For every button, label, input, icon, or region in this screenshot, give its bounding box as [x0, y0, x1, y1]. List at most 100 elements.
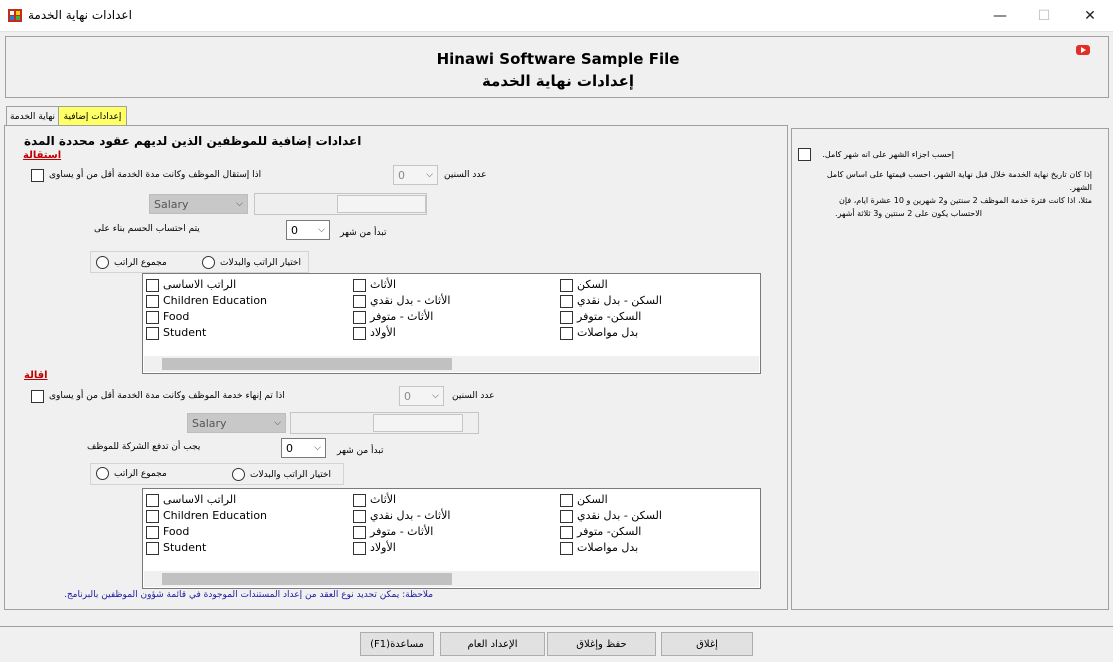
minimize-button[interactable]: —	[977, 0, 1023, 31]
chevron-down-icon: ⌵	[318, 225, 325, 235]
item-label: الراتب الاساسى	[163, 278, 237, 291]
resignation-calc-label: يتم احتساب الحسم بناء على	[94, 224, 200, 234]
resignation-radio-total-salary[interactable]	[96, 256, 109, 269]
save-close-button[interactable]: حفظ وإغلاق	[547, 632, 656, 656]
item-label: السكن - بدل نقدي	[577, 509, 662, 522]
tab-additional-settings[interactable]: إعدادات إضافية	[58, 106, 127, 126]
dismissal-from-month-select[interactable]: 0 ⌵	[281, 438, 326, 458]
dismissal-years-label: عدد السنين	[452, 391, 495, 401]
item-checkbox[interactable]	[353, 327, 366, 340]
scrollbar-thumb[interactable]	[162, 573, 452, 585]
tab-end-of-service[interactable]: نهاية الخدمة	[6, 106, 59, 126]
item-checkbox[interactable]	[146, 311, 159, 324]
item-label: الأثاث	[370, 493, 397, 506]
dismissal-checkbox[interactable]	[31, 390, 44, 403]
close-window-button[interactable]: ✕	[1067, 0, 1113, 31]
resignation-salary-value: Salary	[154, 197, 189, 211]
dismissal-salary-value: Salary	[192, 416, 227, 430]
item-label: بدل مواصلات	[577, 326, 639, 339]
resignation-from-month-value: 0	[291, 223, 298, 237]
item-label: الأثاث	[370, 278, 397, 291]
dismissal-items-list[interactable]: الراتب الاساسى Children Education Food S…	[142, 488, 761, 589]
item-label: الأثاث - بدل نقدي	[370, 509, 451, 522]
item-checkbox[interactable]	[146, 295, 159, 308]
item-label: Student	[163, 541, 207, 554]
item-checkbox[interactable]	[146, 542, 159, 555]
item-checkbox[interactable]	[560, 327, 573, 340]
full-month-checkbox[interactable]	[798, 148, 811, 161]
full-month-label: إحسب اجزاء الشهر على انه شهر كامل.	[822, 150, 954, 159]
dismissal-calc-label: يجب أن تدفع الشركة للموظف	[87, 442, 201, 452]
chevron-down-icon: ⌵	[432, 391, 439, 401]
item-checkbox[interactable]	[353, 526, 366, 539]
general-setup-button[interactable]: الإعداد العام	[440, 632, 545, 656]
dismissal-years-select[interactable]: 0 ⌵	[399, 386, 444, 406]
item-label: الأثاث - متوفر	[370, 310, 434, 323]
dismissal-from-month-label: تبدأ من شهر	[337, 446, 384, 456]
item-checkbox[interactable]	[146, 327, 159, 340]
item-checkbox[interactable]	[560, 311, 573, 324]
chevron-down-icon: ⌵	[426, 170, 433, 180]
chevron-down-icon: ⌵	[236, 199, 243, 209]
item-checkbox[interactable]	[560, 295, 573, 308]
resignation-radio-choose-allowances[interactable]	[202, 256, 215, 269]
resignation-years-select[interactable]: 0 ⌵	[393, 165, 438, 185]
resignation-radio-total-label: مجموع الراتب	[114, 258, 167, 268]
item-checkbox[interactable]	[146, 510, 159, 523]
window-title: اعدادات نهاية الخدمة	[28, 8, 132, 22]
item-label: Food	[163, 310, 190, 323]
horizontal-scrollbar[interactable]	[144, 356, 759, 372]
header-panel: Hinawi Software Sample File إعدادات نهاي…	[5, 36, 1109, 98]
close-button[interactable]: إغلاق	[661, 632, 753, 656]
item-label: الأثاث - بدل نقدي	[370, 294, 451, 307]
resignation-salary-select[interactable]: Salary ⌵	[149, 194, 248, 214]
item-label: السكن	[577, 278, 608, 291]
chevron-down-icon: ⌵	[274, 418, 281, 428]
horizontal-scrollbar[interactable]	[144, 571, 759, 587]
title-bar: اعدادات نهاية الخدمة — ☐ ✕	[0, 0, 1113, 32]
resignation-years-label: عدد السنين	[444, 170, 487, 180]
dismissal-radio-choose-label: اختيار الراتب والبدلات	[250, 470, 331, 480]
section-title: اعدادات إضافية للموظفين الذين لديهم عقود…	[24, 134, 362, 148]
dismissal-radio-choose-allowances[interactable]	[232, 468, 245, 481]
item-checkbox[interactable]	[353, 510, 366, 523]
item-label: Food	[163, 525, 190, 538]
full-month-description-1: إذا كان تاريخ نهاية الخدمة خلال قبل نهاي…	[826, 170, 1092, 192]
item-checkbox[interactable]	[353, 494, 366, 507]
dismissal-years-value: 0	[404, 389, 411, 403]
dismissal-condition-label: اذا تم إنهاء خدمة الموظف وكانت مدة الخدم…	[49, 391, 285, 401]
item-checkbox[interactable]	[353, 542, 366, 555]
scrollbar-thumb[interactable]	[162, 358, 452, 370]
dismissal-salary-value-field[interactable]	[373, 414, 463, 432]
resignation-salary-value-field[interactable]	[337, 195, 426, 213]
item-checkbox[interactable]	[560, 526, 573, 539]
item-checkbox[interactable]	[353, 311, 366, 324]
youtube-icon[interactable]	[1076, 45, 1090, 55]
item-checkbox[interactable]	[560, 510, 573, 523]
item-checkbox[interactable]	[146, 494, 159, 507]
item-checkbox[interactable]	[560, 494, 573, 507]
item-label: الراتب الاساسى	[163, 493, 237, 506]
resignation-items-list[interactable]: الراتب الاساسى Children Education Food S…	[142, 273, 761, 374]
full-month-description-2: مثلا، اذا كانت فترة خدمة الموظف 2 سنتين …	[839, 196, 1092, 205]
resignation-radio-choose-label: اختيار الراتب والبدلات	[220, 258, 301, 268]
item-checkbox[interactable]	[560, 542, 573, 555]
item-checkbox[interactable]	[146, 279, 159, 292]
chevron-down-icon: ⌵	[314, 443, 321, 453]
item-checkbox[interactable]	[353, 279, 366, 292]
maximize-button[interactable]: ☐	[1021, 0, 1067, 31]
item-checkbox[interactable]	[146, 526, 159, 539]
item-checkbox[interactable]	[560, 279, 573, 292]
resignation-label: استقالة	[23, 150, 62, 161]
dismissal-from-month-value: 0	[286, 441, 293, 455]
dismissal-radio-total-salary[interactable]	[96, 467, 109, 480]
resignation-checkbox[interactable]	[31, 169, 44, 182]
resignation-years-value: 0	[398, 168, 405, 182]
item-label: Children Education	[163, 509, 268, 522]
resignation-from-month-select[interactable]: 0 ⌵	[286, 220, 330, 240]
dismissal-salary-select[interactable]: Salary ⌵	[187, 413, 286, 433]
item-label: السكن - بدل نقدي	[577, 294, 662, 307]
item-label: الأولاد	[370, 326, 396, 339]
item-checkbox[interactable]	[353, 295, 366, 308]
help-button[interactable]: (F1)مساعدة	[360, 632, 434, 656]
